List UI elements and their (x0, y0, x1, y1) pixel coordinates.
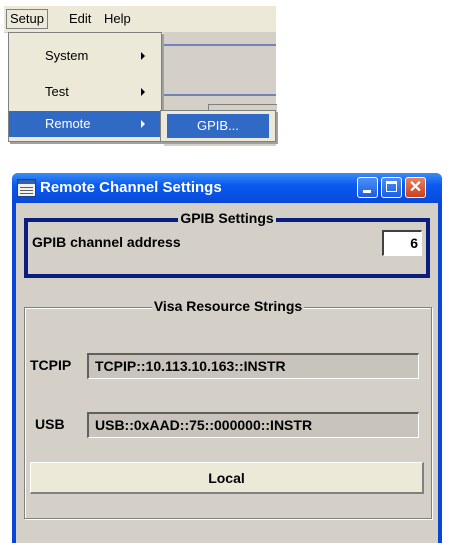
submenu-arrow-icon (141, 120, 145, 128)
minimize-icon (363, 190, 371, 193)
maximize-icon (386, 181, 397, 192)
menu-item-system[interactable]: System (9, 43, 161, 69)
visa-resource-strings-legend: Visa Resource Strings (151, 298, 305, 314)
menu-item-test[interactable]: Test (9, 79, 161, 105)
window-settings-icon (17, 179, 36, 197)
remote-submenu: GPIB... (160, 110, 276, 142)
menu-help[interactable]: Help (101, 11, 134, 27)
gpib-settings-legend: GPIB Settings (178, 210, 276, 226)
visa-resource-strings-group: Visa Resource Strings TCPIP TCPIP::10.11… (24, 298, 432, 519)
usb-label: USB (35, 416, 65, 432)
usb-resource-field: USB::0xAAD::75::000000::INSTR (87, 412, 419, 438)
menu-item-label: Remote (45, 116, 91, 131)
tcpip-resource-field: TCPIP::10.113.10.163::INSTR (87, 353, 419, 379)
remote-channel-settings-dialog: Remote Channel Settings ✕ GPIB Settings … (12, 173, 442, 543)
title-bar[interactable]: Remote Channel Settings ✕ (12, 173, 442, 203)
close-icon: ✕ (408, 179, 423, 196)
tcpip-label: TCPIP (30, 357, 72, 373)
background-divider (164, 94, 276, 96)
menu-setup[interactable]: Setup (6, 9, 48, 29)
menu-item-label: Test (45, 84, 69, 99)
gpib-settings-group: GPIB Settings GPIB channel address 6 (24, 210, 430, 278)
setup-dropdown-menu: System Test Remote (8, 32, 162, 142)
gpib-channel-address-input[interactable]: 6 (382, 230, 422, 256)
submenu-arrow-icon (141, 88, 145, 96)
window-title: Remote Channel Settings (40, 179, 222, 196)
gpib-channel-address-label: GPIB channel address (32, 234, 181, 250)
menu-item-remote[interactable]: Remote (9, 111, 161, 137)
minimize-button[interactable] (357, 177, 378, 198)
dialog-client-area: GPIB Settings GPIB channel address 6 Vis… (16, 203, 438, 543)
local-button[interactable]: Local (30, 462, 424, 494)
close-button[interactable]: ✕ (405, 177, 426, 198)
maximize-button[interactable] (381, 177, 402, 198)
menu-item-label: System (45, 48, 89, 63)
menu-item-gpib[interactable]: GPIB... (167, 114, 269, 138)
menu-screenshot: Setup Edit Help System Test Remote GPIB.… (4, 6, 277, 146)
background-divider (164, 44, 276, 46)
menubar: Setup Edit Help (4, 6, 276, 33)
submenu-arrow-icon (141, 52, 145, 60)
menu-edit[interactable]: Edit (66, 11, 94, 27)
